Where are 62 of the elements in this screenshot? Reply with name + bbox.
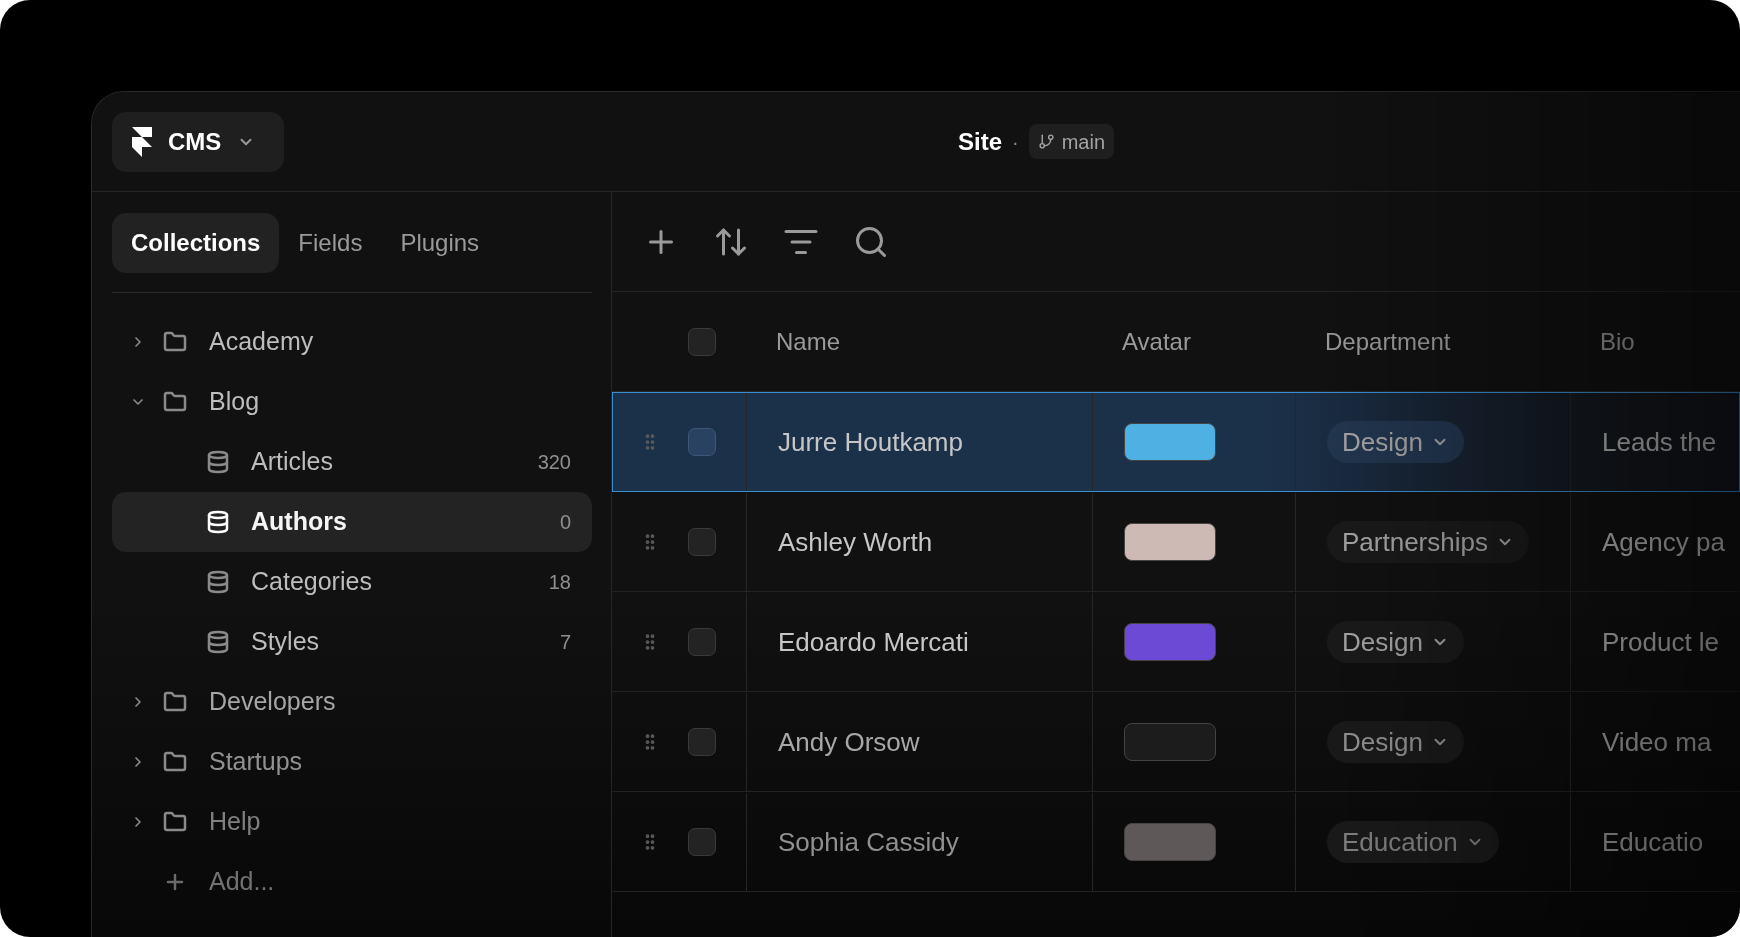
department-select[interactable]: Design	[1327, 621, 1464, 663]
bio-text: Educatio	[1602, 825, 1704, 859]
tab[interactable]: Collections	[112, 213, 280, 273]
column-header: Name	[776, 326, 841, 357]
branch-selector[interactable]: main	[1028, 124, 1115, 159]
tab[interactable]: Plugins	[381, 213, 499, 273]
separator-dot: ·	[1012, 129, 1019, 155]
column-header: Avatar	[1122, 326, 1191, 357]
table-row[interactable]: Edoardo Mercati Design Product le	[612, 592, 1740, 692]
tree-item[interactable]: Help	[112, 792, 592, 852]
department-select[interactable]: Education	[1327, 821, 1499, 863]
author-name: Andy Orsow	[778, 725, 920, 759]
table-row[interactable]: Andy Orsow Design Video ma	[612, 692, 1740, 792]
database-icon	[206, 510, 230, 534]
folder-icon	[163, 330, 187, 354]
item-count: 7	[559, 630, 571, 655]
app-menu-button[interactable]: CMS	[112, 111, 284, 172]
author-name: Edoardo Mercati	[778, 625, 969, 659]
add-collection-button[interactable]: Add...	[112, 852, 592, 912]
author-name: Sophia Cassidy	[778, 825, 959, 859]
checkbox[interactable]	[688, 428, 716, 456]
checkbox[interactable]	[688, 628, 716, 656]
checkbox[interactable]	[688, 528, 716, 556]
database-icon	[206, 630, 230, 654]
author-name: Jurre Houtkamp	[778, 425, 963, 459]
checkbox[interactable]	[688, 327, 716, 356]
tree-item[interactable]: Blog	[112, 372, 592, 432]
tab[interactable]: Fields	[279, 213, 382, 273]
logo-icon	[132, 126, 152, 157]
checkbox[interactable]	[688, 828, 716, 856]
bio-text: Product le	[1602, 625, 1720, 659]
site-name: Site	[958, 126, 1002, 157]
table-row[interactable]: Ashley Worth Partnerships Agency pa	[612, 492, 1740, 592]
tree-item[interactable]: Academy	[112, 312, 592, 372]
folder-icon	[163, 390, 187, 414]
tree-item[interactable]: Developers	[112, 672, 592, 732]
folder-icon	[163, 810, 187, 834]
folder-icon	[163, 690, 187, 714]
tree-item[interactable]: Categories 18	[112, 552, 592, 612]
item-count: 18	[548, 570, 571, 595]
branch-icon	[1037, 133, 1055, 150]
author-name: Ashley Worth	[778, 525, 933, 559]
table-row[interactable]: Sophia Cassidy Education Educatio	[612, 792, 1740, 892]
item-count: 0	[559, 510, 571, 535]
tree-item[interactable]: Authors 0	[112, 492, 592, 552]
department-select[interactable]: Design	[1327, 421, 1464, 463]
folder-icon	[163, 750, 187, 774]
column-header: Bio	[1600, 326, 1635, 357]
bio-text: Leads the	[1602, 425, 1717, 459]
item-count: 320	[537, 450, 571, 475]
checkbox[interactable]	[688, 728, 716, 756]
tree-item[interactable]: Articles 320	[112, 432, 592, 492]
bio-text: Video ma	[1602, 725, 1712, 759]
database-icon	[206, 570, 230, 594]
department-select[interactable]: Partnerships	[1327, 521, 1529, 563]
column-header: Department	[1325, 326, 1451, 357]
table-row[interactable]: Jurre Houtkamp Design Leads the	[612, 392, 1740, 492]
tree-item[interactable]: Startups	[112, 732, 592, 792]
bio-text: Agency pa	[1602, 525, 1725, 559]
tree-item[interactable]: Styles 7	[112, 612, 592, 672]
database-icon	[206, 450, 230, 474]
department-select[interactable]: Design	[1327, 721, 1464, 763]
